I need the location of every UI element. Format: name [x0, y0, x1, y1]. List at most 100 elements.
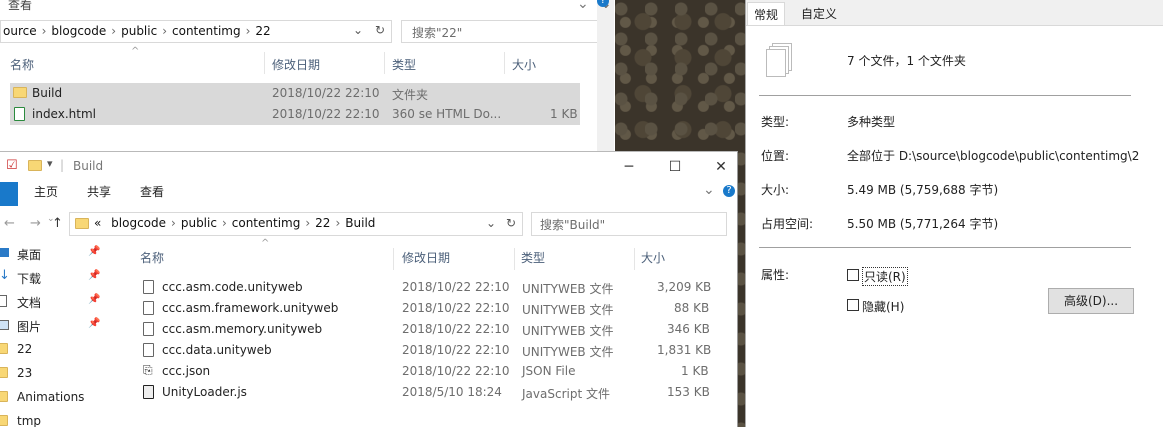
refresh-icon[interactable]: ↻ — [375, 23, 385, 37]
tab-view-fragment[interactable]: 查看 — [8, 0, 32, 13]
scrollbar[interactable] — [720, 160, 737, 427]
maximize-button[interactable]: ☐ — [652, 154, 698, 180]
address-segment[interactable]: blogcode — [51, 24, 106, 38]
size-label: 大小: — [761, 183, 790, 197]
properties-check-icon[interactable]: ☑ — [6, 158, 18, 173]
forward-arrow-icon[interactable]: → — [30, 216, 41, 231]
explorer-window-build: ☑ ▾ | Build ─ ☐ ✕ 主页 共享 查看 ⌄ ? ← → ⌄ ↑ «… — [0, 151, 738, 427]
file-row[interactable]: ccc.asm.code.unityweb 2018/10/22 22:10 U… — [140, 277, 715, 298]
search-input[interactable]: 搜索"22" — [401, 20, 604, 43]
dropdown-chevron-icon[interactable]: ⌄ — [353, 23, 363, 37]
back-arrow-icon[interactable]: ← — [4, 216, 15, 231]
file-size: 3,209 KB — [657, 280, 712, 294]
tab-share[interactable]: 共享 — [87, 183, 111, 200]
file-row[interactable]: ⎘ ccc.json 2018/10/22 22:10 JSON File 1 … — [140, 361, 715, 382]
refresh-icon[interactable]: ↻ — [506, 216, 516, 230]
tab-file[interactable] — [0, 182, 18, 206]
readonly-label[interactable]: 只读(R) — [862, 267, 908, 286]
selection-summary: 7 个文件，1 个文件夹 — [847, 54, 966, 68]
json-file-icon: ⎘ — [143, 363, 153, 377]
nav-item-documents[interactable]: 文档 📌 — [0, 291, 115, 313]
advanced-button[interactable]: 高级(D)... — [1048, 288, 1134, 314]
file-name: Build — [32, 86, 63, 100]
address-segment[interactable]: public — [121, 24, 157, 38]
address-bar[interactable]: « blogcode › public › contentimg › 22 › Build ⌄ … — [69, 212, 523, 236]
dropdown-chevron-icon[interactable]: ⌄ — [486, 216, 496, 230]
divider — [759, 95, 1131, 96]
size-on-disk-value: 5.50 MB (5,771,264 字节) — [847, 217, 999, 231]
generic-file-icon — [143, 280, 154, 297]
address-overflow-icon[interactable]: « — [94, 216, 101, 230]
ribbon-fragment: 查看 — [0, 0, 615, 16]
file-row[interactable]: UnityLoader.js 2018/5/10 18:24 JavaScrip… — [140, 382, 715, 403]
file-row[interactable]: index.html 2018/10/22 22:10 360 se HTML … — [10, 104, 580, 125]
expand-ribbon-chevron-icon[interactable]: ⌄ — [577, 0, 589, 12]
column-header-size[interactable]: 大小 — [512, 56, 536, 73]
column-header-type[interactable]: 类型 — [392, 56, 416, 73]
quick-access-dropdown-icon[interactable]: ▾ — [47, 157, 53, 170]
file-row[interactable]: ccc.asm.framework.unityweb 2018/10/22 22… — [140, 298, 715, 319]
file-row[interactable]: Build 2018/10/22 22:10 文件夹 — [10, 83, 580, 104]
tab-general[interactable]: 常规 — [747, 2, 786, 25]
column-header-type[interactable]: 类型 — [521, 249, 545, 266]
address-segment[interactable]: ource — [3, 24, 37, 38]
address-segment[interactable]: contentimg — [172, 24, 241, 38]
address-segment[interactable]: contentimg — [232, 216, 301, 230]
file-row[interactable]: ccc.data.unityweb 2018/10/22 22:10 UNITY… — [140, 340, 715, 361]
nav-item-folder-tmp[interactable]: tmp — [0, 411, 115, 427]
column-header-name[interactable]: 名称 — [10, 56, 34, 73]
file-type: 文件夹 — [392, 88, 429, 102]
file-type: UNITYWEB 文件 — [522, 324, 614, 338]
hidden-checkbox[interactable] — [847, 299, 859, 311]
generic-file-icon — [143, 343, 154, 360]
nav-item-downloads[interactable]: ↓ 下载 📌 — [0, 267, 115, 289]
download-icon: ↓ — [0, 268, 10, 283]
readonly-checkbox[interactable] — [847, 269, 859, 281]
address-segment[interactable]: blogcode — [105, 216, 166, 230]
size-value: 5.49 MB (5,759,688 字节) — [847, 183, 999, 197]
sort-ascending-icon: ^ — [131, 46, 140, 57]
nav-item-pictures[interactable]: 图片 📌 — [0, 315, 115, 337]
pictures-icon — [0, 320, 9, 330]
file-size: 88 KB — [674, 301, 710, 315]
folder-icon[interactable] — [28, 160, 42, 174]
location-label: 位置: — [761, 149, 790, 163]
nav-item-folder-22[interactable]: 22 — [0, 339, 115, 361]
file-row[interactable]: ccc.asm.memory.unityweb 2018/10/22 22:10… — [140, 319, 715, 340]
pin-icon[interactable]: 📌 — [88, 246, 100, 257]
documents-icon — [0, 295, 7, 307]
address-bar[interactable]: ource › blogcode › public › contentimg › 22 ⌄ ↻ — [0, 20, 392, 43]
file-date: 2018/5/10 18:24 — [402, 385, 502, 399]
nav-item-desktop[interactable]: 桌面 📌 — [0, 243, 115, 265]
up-arrow-icon[interactable]: ↑ — [52, 216, 63, 231]
hidden-label[interactable]: 隐藏(H) — [862, 298, 904, 315]
folder-icon — [0, 343, 8, 357]
column-header-date[interactable]: 修改日期 — [272, 56, 320, 73]
pin-icon[interactable]: 📌 — [88, 270, 100, 281]
address-segment[interactable]: Build — [345, 216, 375, 230]
file-size: 1 KB — [681, 364, 709, 378]
file-date: 2018/10/22 22:10 — [402, 301, 510, 315]
pin-icon[interactable]: 📌 — [88, 318, 100, 329]
pin-icon[interactable]: 📌 — [88, 294, 100, 305]
address-segment[interactable]: 22 — [255, 24, 270, 38]
column-header-size[interactable]: 大小 — [641, 249, 665, 266]
column-header-name[interactable]: 名称 — [140, 249, 164, 266]
nav-item-folder-23[interactable]: 23 — [0, 363, 115, 385]
tab-home[interactable]: 主页 — [34, 183, 58, 200]
address-segment[interactable]: 22 — [315, 216, 330, 230]
file-date: 2018/10/22 22:10 — [402, 343, 510, 357]
file-date: 2018/10/22 22:10 — [402, 364, 510, 378]
file-name: ccc.json — [162, 364, 211, 378]
minimize-button[interactable]: ─ — [606, 154, 652, 180]
address-segment[interactable]: public — [181, 216, 217, 230]
nav-item-folder-animations[interactable]: Animations — [0, 387, 115, 409]
file-name: UnityLoader.js — [162, 385, 247, 399]
tab-custom[interactable]: 自定义 — [795, 2, 843, 25]
expand-ribbon-chevron-icon[interactable]: ⌄ — [703, 182, 715, 198]
file-name: ccc.asm.code.unityweb — [162, 280, 303, 294]
tab-view[interactable]: 查看 — [140, 183, 164, 200]
scrollbar[interactable]: ⌄ — [597, 0, 614, 152]
search-input[interactable]: 搜索"Build" — [531, 212, 727, 236]
column-header-date[interactable]: 修改日期 — [402, 249, 450, 266]
